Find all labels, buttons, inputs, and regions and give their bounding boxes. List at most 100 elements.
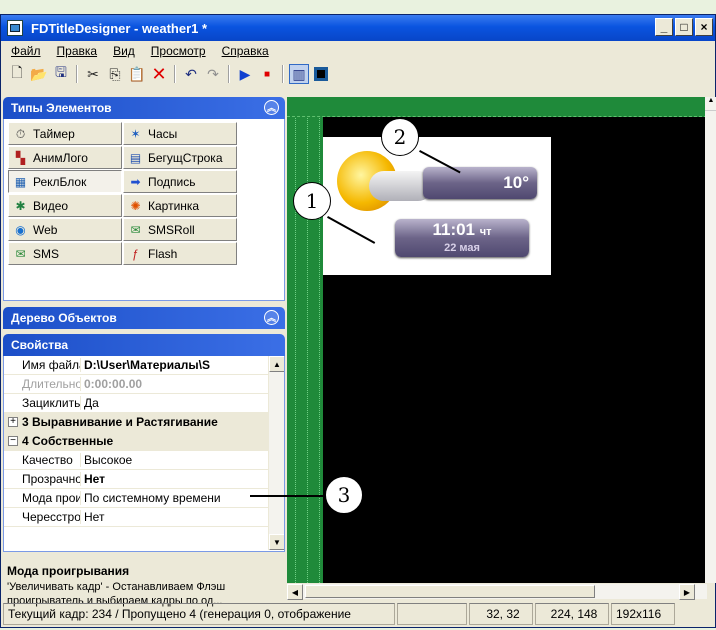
menu-preview[interactable]: Просмотр: [151, 44, 206, 58]
paste-icon[interactable]: 📋: [127, 64, 147, 84]
property-row[interactable]: ЧересстрочнНет: [4, 508, 284, 527]
callout-3: 3: [325, 476, 363, 514]
types-panel-title: Типы Элементов: [11, 101, 112, 115]
property-category[interactable]: −4 Собственные: [4, 432, 284, 451]
scroll-up-icon[interactable]: ▲: [269, 356, 284, 372]
weather-preview[interactable]: 10° 11:01 чт 22 мая: [323, 137, 551, 275]
category-label: 4 Собственные: [22, 434, 114, 448]
menu-bar: Файл Правка Вид Просмотр Справка: [1, 41, 715, 61]
type-button-3[interactable]: ▤ БегущСтрока: [123, 146, 237, 169]
redo-icon[interactable]: ↷: [203, 64, 223, 84]
property-row[interactable]: ПрозрачностНет: [4, 470, 284, 489]
property-row[interactable]: Зациклить Да: [4, 394, 284, 413]
tree-panel-header[interactable]: Дерево Объектов ︽: [3, 307, 285, 329]
grid-line: [307, 97, 308, 583]
property-row[interactable]: Качество Высокое: [4, 451, 284, 470]
collapse-icon[interactable]: ︽: [264, 100, 279, 115]
menu-edit[interactable]: Правка: [57, 44, 98, 58]
play-icon[interactable]: ▶: [235, 64, 255, 84]
menu-help[interactable]: Справка: [222, 44, 269, 58]
expand-box-icon[interactable]: +: [8, 417, 18, 427]
open-icon[interactable]: 📂: [29, 64, 49, 84]
ticker-icon: ▤: [129, 150, 142, 165]
type-button-10[interactable]: ✉ SMS: [8, 242, 122, 265]
type-button-5[interactable]: ➡ Подпись: [123, 170, 237, 193]
props-panel-header[interactable]: Свойства: [3, 334, 285, 356]
status-pos2: 224, 148: [535, 603, 609, 625]
property-name: Зациклить: [22, 396, 80, 410]
scroll-thumb[interactable]: [305, 585, 595, 598]
expand-box-icon[interactable]: −: [8, 436, 18, 446]
undo-icon[interactable]: ↶: [181, 64, 201, 84]
web-icon: ◉: [15, 222, 26, 237]
expand-icon[interactable]: ︽: [264, 310, 279, 325]
canvas-vertical-scrollbar[interactable]: ▲: [705, 97, 716, 583]
type-button-label: Видео: [33, 198, 69, 213]
type-button-8[interactable]: ◉ Web: [8, 218, 122, 241]
canvas-horizontal-scrollbar[interactable]: ◀ ▶: [287, 583, 707, 600]
property-name: Прозрачност: [22, 472, 80, 486]
anim-logo-icon: ▚: [15, 150, 26, 165]
property-category[interactable]: +3 Выравнивание и Растягивание: [4, 413, 284, 432]
property-value[interactable]: Нет: [80, 510, 284, 524]
type-button-7[interactable]: ✺ Картинка: [123, 194, 237, 217]
scroll-track[interactable]: [269, 372, 284, 534]
save-icon[interactable]: 🖫: [51, 64, 71, 84]
tree-panel-title: Дерево Объектов: [11, 311, 117, 325]
property-name: Мода проигр: [22, 491, 80, 505]
maximize-button[interactable]: □: [675, 18, 693, 36]
property-value[interactable]: D:\User\Материалы\S: [80, 358, 284, 372]
menu-file[interactable]: Файл: [11, 44, 41, 58]
caption-icon: ➡: [130, 174, 141, 189]
type-button-9[interactable]: ✉ SMSRoll: [123, 218, 237, 241]
type-button-11[interactable]: ƒ Flash: [123, 242, 237, 265]
type-button-2[interactable]: ▚ АнимЛого: [8, 146, 122, 169]
cut-icon[interactable]: ✂: [83, 64, 103, 84]
scroll-up-icon[interactable]: ▲: [705, 97, 716, 111]
new-icon[interactable]: 🗋: [7, 64, 27, 84]
type-button-label: Web: [33, 222, 58, 237]
scroll-down-icon[interactable]: ▼: [269, 534, 284, 550]
title-bar[interactable]: FDTitleDesigner - weather1 * _ □ ×: [1, 15, 715, 41]
type-button-label: Подпись: [148, 174, 196, 189]
types-panel: ⏱ Таймер ✶ Часы ▚ АнимЛого ▤ БегущСтрока ▦ РеклБл…: [3, 119, 285, 301]
property-row[interactable]: Имя файла D:\User\Материалы\S: [4, 356, 284, 375]
status-bar: Текущий кадр: 234 / Пропущено 4 (генерац…: [3, 602, 715, 626]
type-button-label: Картинка: [148, 198, 200, 213]
type-button-label: SMSRoll: [148, 222, 195, 237]
property-row[interactable]: Длительност0:00:00.00: [4, 375, 284, 394]
property-value[interactable]: 0:00:00.00: [80, 377, 284, 391]
frame-icon[interactable]: [311, 64, 331, 84]
stop-icon[interactable]: ■: [257, 64, 277, 84]
types-panel-header[interactable]: Типы Элементов ︽: [3, 97, 285, 119]
copy-icon[interactable]: ⎘: [105, 64, 125, 84]
property-value[interactable]: Да: [80, 396, 284, 410]
property-value[interactable]: Высокое: [80, 453, 284, 467]
type-button-4[interactable]: ▦ РеклБлок: [8, 170, 122, 193]
type-button-0[interactable]: ⏱ Таймер: [8, 122, 122, 145]
clock-icon: ✶: [130, 126, 141, 141]
property-row[interactable]: Мода проигрПо системному времени: [4, 489, 284, 508]
property-scrollbar[interactable]: ▲ ▼: [268, 356, 284, 550]
callout-line: [250, 495, 325, 497]
property-name: Длительност: [22, 377, 80, 391]
layout-icon[interactable]: ▥: [289, 64, 309, 84]
callout-2: 2: [381, 118, 419, 156]
type-button-6[interactable]: ✱ Видео: [8, 194, 122, 217]
property-value[interactable]: Нет: [80, 472, 284, 486]
scroll-right-icon[interactable]: ▶: [679, 584, 695, 600]
close-button[interactable]: ×: [695, 18, 713, 36]
property-value[interactable]: По системному времени: [80, 491, 284, 505]
grid-line: [319, 97, 320, 583]
smsroll-icon: ✉: [130, 222, 141, 237]
minimize-button[interactable]: _: [655, 18, 673, 36]
delete-icon[interactable]: ✕: [149, 64, 169, 84]
flash-icon: ƒ: [132, 246, 139, 261]
picture-icon: ✺: [130, 198, 141, 213]
main-window: FDTitleDesigner - weather1 * _ □ × Файл …: [0, 14, 716, 628]
toolbar-separator: [228, 65, 230, 83]
scroll-left-icon[interactable]: ◀: [287, 584, 303, 600]
toolbar-separator: [282, 65, 284, 83]
menu-view[interactable]: Вид: [113, 44, 135, 58]
type-button-1[interactable]: ✶ Часы: [123, 122, 237, 145]
